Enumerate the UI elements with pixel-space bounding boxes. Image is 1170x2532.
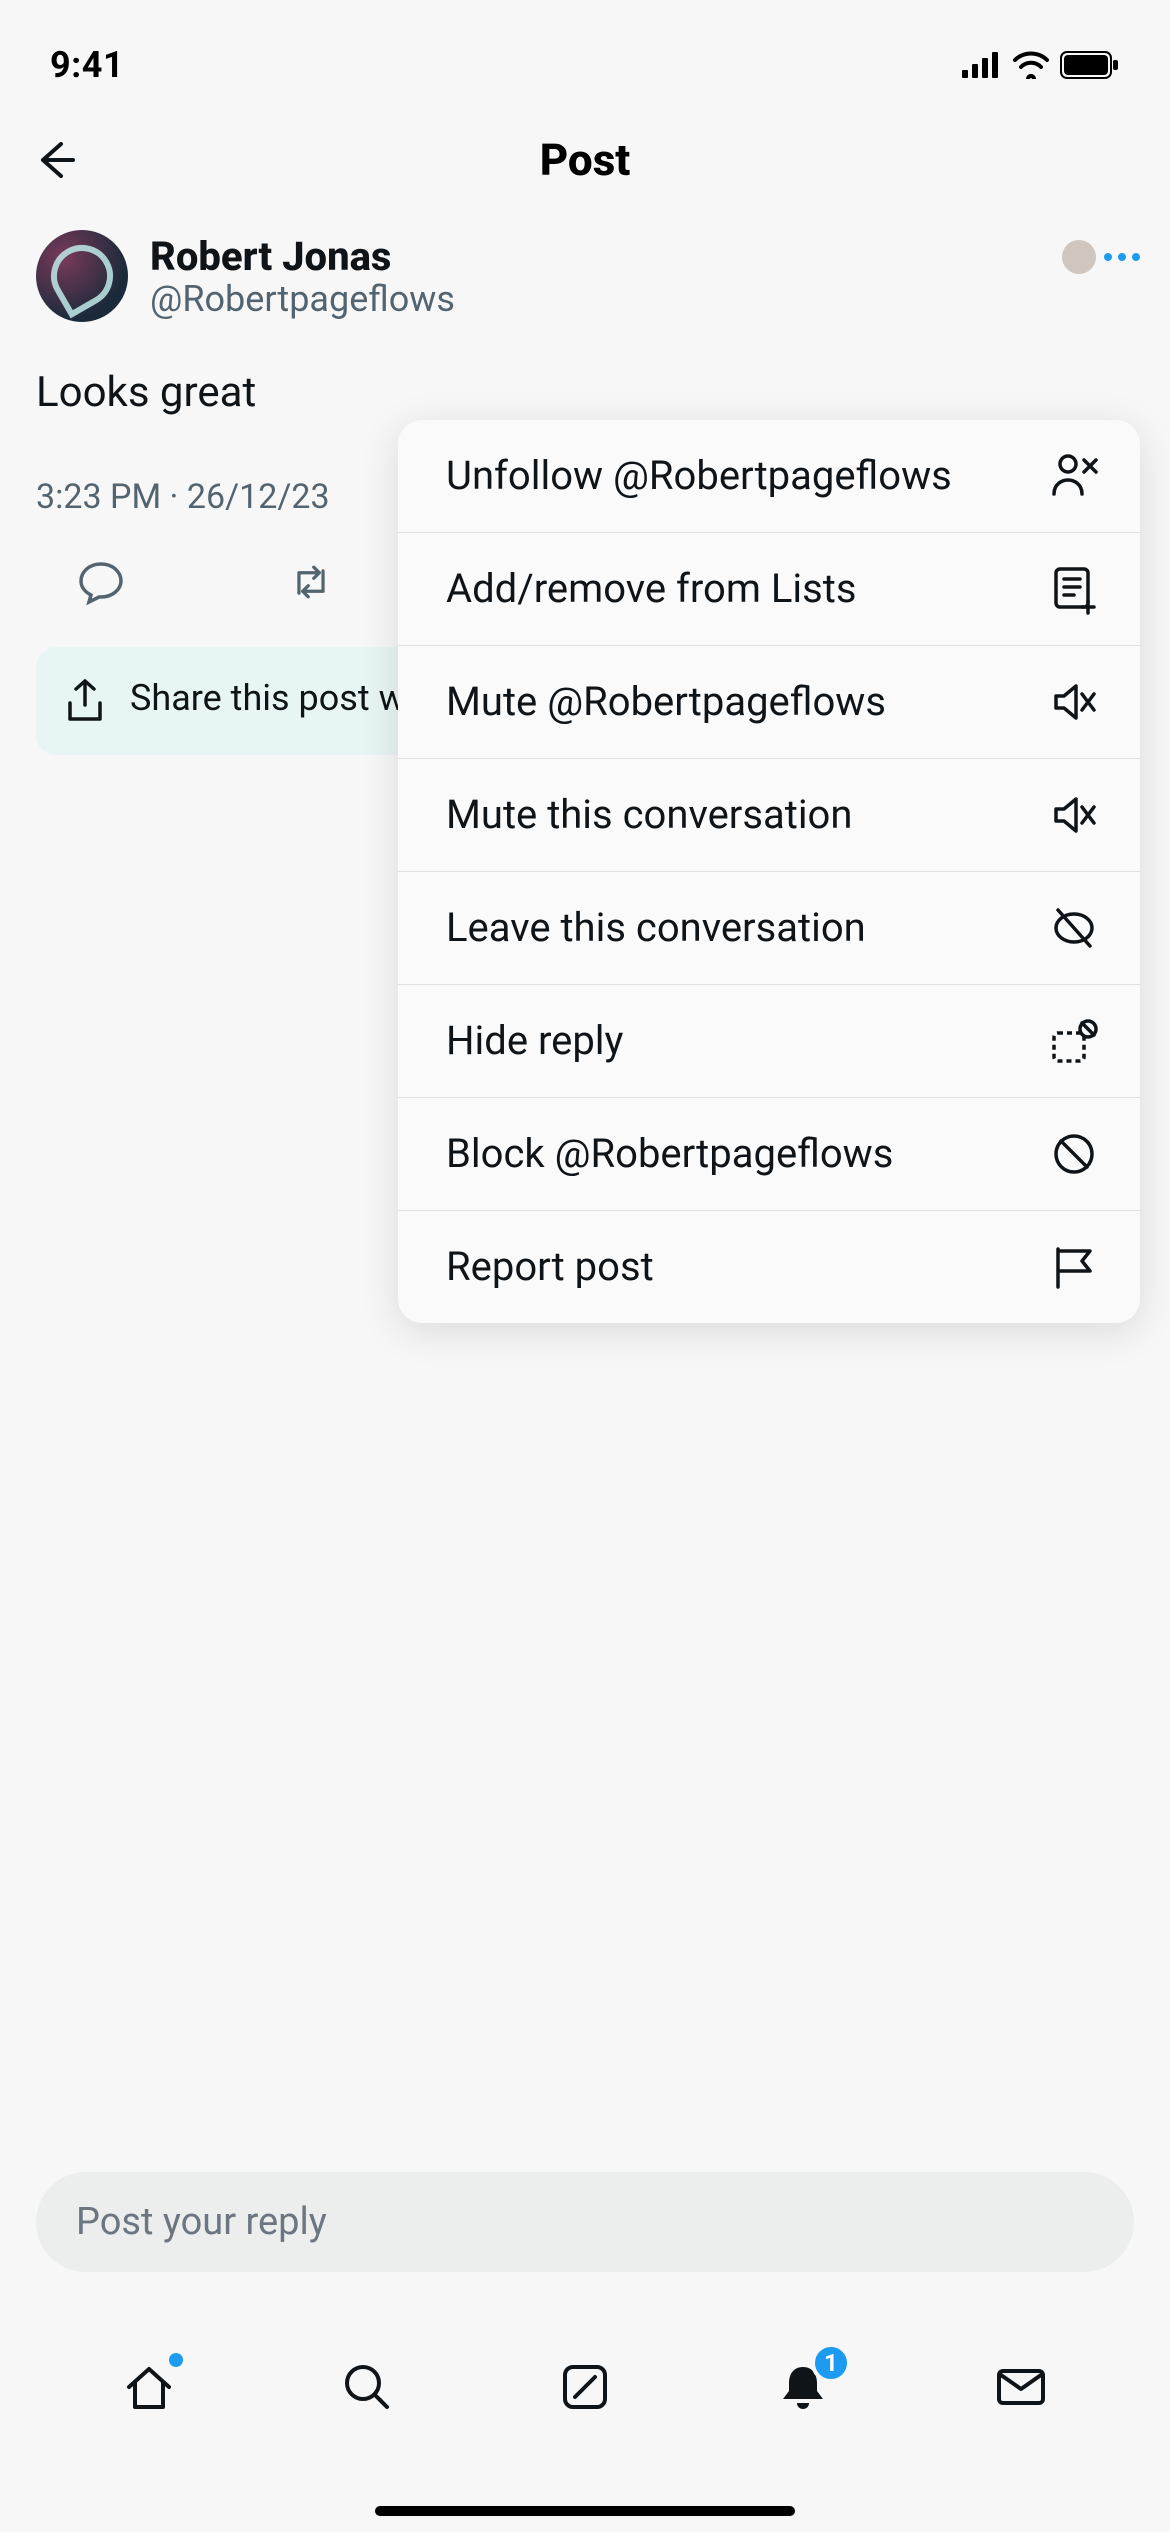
tab-messages[interactable] xyxy=(991,2357,1051,2417)
flag-icon xyxy=(1048,1241,1100,1293)
home-indicator xyxy=(375,2506,795,2516)
list-add-icon xyxy=(1048,563,1100,615)
reply-placeholder: Post your reply xyxy=(76,2200,327,2244)
more-dot-large xyxy=(1062,240,1096,274)
post-user-row: Robert Jonas @Robertpageflows xyxy=(36,230,1134,322)
more-options-button[interactable] xyxy=(1062,240,1140,274)
cellular-icon xyxy=(962,52,1002,78)
menu-label: Mute this conversation xyxy=(446,790,1028,840)
menu-label: Report post xyxy=(446,1242,1028,1292)
more-dots-icon xyxy=(1104,253,1140,261)
back-button[interactable] xyxy=(30,135,80,185)
tab-notifications[interactable]: 1 xyxy=(773,2357,833,2417)
status-bar: 9:41 xyxy=(0,0,1170,110)
status-time: 9:41 xyxy=(50,44,124,86)
wifi-icon xyxy=(1012,51,1050,79)
battery-icon xyxy=(1060,51,1120,79)
tab-compose[interactable] xyxy=(555,2357,615,2417)
menu-item-unfollow[interactable]: Unfollow @Robertpageflows xyxy=(398,420,1140,533)
mute-icon xyxy=(1048,676,1100,728)
user-names[interactable]: Robert Jonas @Robertpageflows xyxy=(150,233,455,320)
menu-item-mute-user[interactable]: Mute @Robertpageflows xyxy=(398,646,1140,759)
page-title: Post xyxy=(540,134,631,186)
tab-search[interactable] xyxy=(337,2357,397,2417)
menu-label: Mute @Robertpageflows xyxy=(446,677,1028,727)
block-icon xyxy=(1048,1128,1100,1180)
envelope-icon xyxy=(993,2359,1049,2415)
menu-item-block[interactable]: Block @Robertpageflows xyxy=(398,1098,1140,1211)
menu-label: Hide reply xyxy=(446,1016,1028,1066)
menu-item-hide-reply[interactable]: Hide reply xyxy=(398,985,1140,1098)
reply-input[interactable]: Post your reply xyxy=(36,2172,1134,2272)
menu-label: Unfollow @Robertpageflows xyxy=(446,451,1028,501)
search-icon xyxy=(339,2359,395,2415)
share-icon xyxy=(64,677,106,725)
home-dot-indicator xyxy=(169,2353,183,2367)
avatar[interactable] xyxy=(36,230,128,322)
menu-item-mute-conversation[interactable]: Mute this conversation xyxy=(398,759,1140,872)
menu-item-lists[interactable]: Add/remove from Lists xyxy=(398,533,1140,646)
reply-action[interactable] xyxy=(76,557,126,607)
user-remove-icon xyxy=(1048,450,1100,502)
leave-icon xyxy=(1048,902,1100,954)
mute-icon xyxy=(1048,789,1100,841)
repost-action[interactable] xyxy=(286,557,336,607)
notifications-badge: 1 xyxy=(811,2343,851,2383)
home-icon xyxy=(121,2359,177,2415)
menu-label: Block @Robertpageflows xyxy=(446,1129,1028,1179)
reply-icon xyxy=(77,558,125,606)
post-text: Looks great xyxy=(36,368,1134,417)
header: Post xyxy=(0,110,1170,210)
repost-icon xyxy=(286,560,336,604)
user-handle: @Robertpageflows xyxy=(150,278,455,320)
menu-item-report[interactable]: Report post xyxy=(398,1211,1140,1323)
hide-reply-icon xyxy=(1048,1015,1100,1067)
compose-icon xyxy=(557,2359,613,2415)
context-menu: Unfollow @Robertpageflows Add/remove fro… xyxy=(398,420,1140,1323)
status-icons xyxy=(962,51,1120,79)
tab-home[interactable] xyxy=(119,2357,179,2417)
display-name: Robert Jonas xyxy=(150,233,455,280)
menu-label: Leave this conversation xyxy=(446,903,1028,953)
menu-label: Add/remove from Lists xyxy=(446,564,1028,614)
tab-bar: 1 xyxy=(0,2322,1170,2452)
menu-item-leave-conversation[interactable]: Leave this conversation xyxy=(398,872,1140,985)
arrow-left-icon xyxy=(33,138,77,182)
